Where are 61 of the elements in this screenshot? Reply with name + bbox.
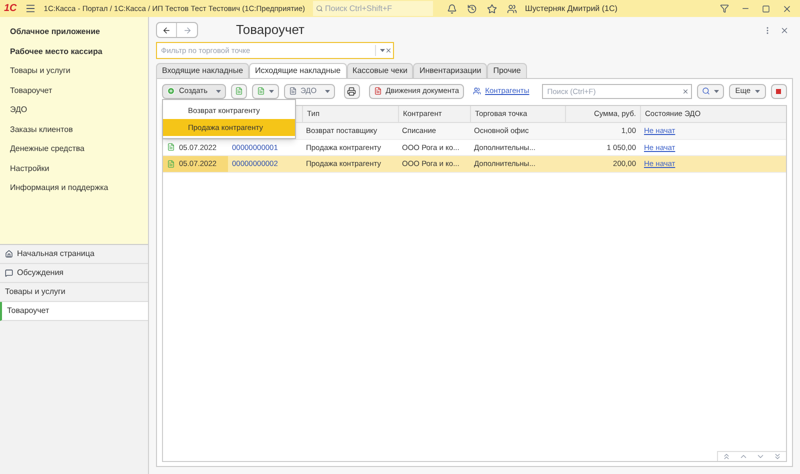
tab[interactable]: Инвентаризации xyxy=(413,63,488,79)
scroll-up-icon[interactable] xyxy=(739,452,748,461)
sidebar-item[interactable]: Товароучет xyxy=(10,84,148,96)
scroll-top-icon[interactable] xyxy=(722,452,731,461)
caret-icon xyxy=(324,90,330,92)
chat-icon xyxy=(5,269,13,277)
sidebar-item[interactable]: Товары и услуги xyxy=(10,65,148,77)
printer-icon xyxy=(347,86,356,96)
sidebar-item[interactable]: Информация и поддержка xyxy=(10,182,148,194)
user-icon[interactable] xyxy=(507,4,517,14)
logo: 1С xyxy=(4,2,17,16)
tab[interactable]: Кассовые чеки xyxy=(346,63,414,79)
search-icon xyxy=(702,87,710,95)
print-button[interactable] xyxy=(344,84,360,98)
close-icon[interactable] xyxy=(780,26,789,34)
history-icon[interactable] xyxy=(467,4,477,14)
tab[interactable]: Прочие xyxy=(487,63,527,79)
caret-icon xyxy=(268,90,274,92)
document-icon xyxy=(374,87,382,95)
sidebar-item[interactable]: Денежные средства xyxy=(10,143,148,155)
document-icon xyxy=(167,160,175,168)
bell-icon[interactable] xyxy=(447,4,457,14)
search-field[interactable]: Поиск Ctrl+Shift+F xyxy=(313,1,433,16)
arrow-right-icon xyxy=(182,26,192,34)
search-button[interactable] xyxy=(697,84,724,98)
sidebar-item[interactable]: Настройки xyxy=(10,162,148,174)
caret-icon xyxy=(216,90,221,92)
document-icon xyxy=(256,87,265,95)
form-title: Товароучет xyxy=(236,21,304,40)
arrow-left-icon xyxy=(162,26,171,34)
report-button[interactable] xyxy=(770,84,787,98)
star-icon[interactable] xyxy=(487,4,497,14)
scroll-down-icon[interactable] xyxy=(756,452,765,461)
clear-icon[interactable] xyxy=(682,88,690,94)
caret-icon[interactable] xyxy=(380,49,385,52)
sidebar-item[interactable]: Рабочее место кассира xyxy=(10,46,148,58)
document-icon xyxy=(234,87,243,95)
tab[interactable]: Входящие накладные xyxy=(156,63,250,79)
load-button[interactable] xyxy=(252,84,279,98)
user-name[interactable]: Шустерняк Дмитрий (1С) xyxy=(525,2,618,14)
menu-icon[interactable] xyxy=(24,3,36,14)
home-icon xyxy=(5,250,13,258)
caret-icon xyxy=(754,90,760,92)
scroll-bottom-icon[interactable] xyxy=(773,452,782,461)
open-window-item[interactable]: Обсуждения xyxy=(0,264,148,283)
users-icon xyxy=(473,87,482,95)
open-window-item[interactable]: Начальная страница xyxy=(0,245,148,264)
tab[interactable]: Исходящие накладные xyxy=(249,63,347,79)
sidebar-item[interactable]: ЭДО xyxy=(10,104,148,116)
sidebar-item[interactable]: Заказы клиентов xyxy=(10,124,148,136)
clear-icon[interactable] xyxy=(385,47,392,54)
sidebar-item[interactable]: Облачное приложение xyxy=(10,26,148,38)
copy-button[interactable] xyxy=(230,84,247,98)
caret-icon xyxy=(714,90,720,92)
document-icon xyxy=(167,143,175,152)
maximize-icon[interactable] xyxy=(762,4,770,12)
close-icon[interactable] xyxy=(782,4,792,14)
open-window-item[interactable]: Товароучет xyxy=(0,302,148,321)
search-icon xyxy=(316,5,323,12)
plus-icon xyxy=(167,87,175,95)
document-icon xyxy=(288,87,297,95)
